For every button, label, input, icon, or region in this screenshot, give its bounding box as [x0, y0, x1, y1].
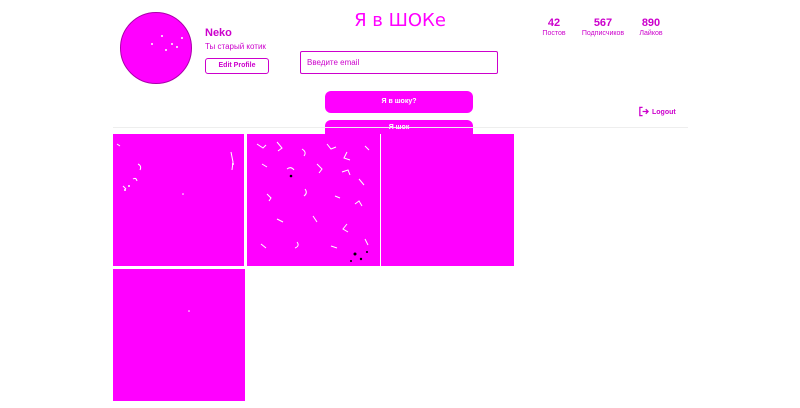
stat-posts-value: 42: [547, 17, 561, 29]
profile-bio: Ты старый котик: [205, 42, 266, 51]
post-thumbnail[interactable]: [113, 269, 245, 401]
email-search-input[interactable]: [300, 51, 498, 74]
stat-likes-value: 890: [641, 17, 661, 29]
logout-icon: [638, 106, 649, 119]
stat-posts-label: Постов: [542, 30, 566, 37]
post-thumbnail[interactable]: [113, 134, 245, 266]
stat-followers-label: Подписчиков: [581, 30, 625, 37]
post-thumbnail[interactable]: [247, 134, 380, 266]
stat-followers-value: 567: [593, 17, 613, 29]
app-title: Я в ШОКе: [354, 10, 446, 31]
stat-likes: 890 Лайков: [634, 17, 668, 37]
avatar[interactable]: [120, 12, 192, 84]
edit-profile-button[interactable]: Edit Profile: [205, 58, 269, 74]
logout-label: Logout: [652, 109, 676, 116]
logout-button[interactable]: Logout: [638, 106, 676, 119]
stat-posts: 42 Постов: [535, 17, 573, 37]
primary-action-button[interactable]: Я в шоку?: [325, 91, 473, 113]
header-divider: [113, 127, 688, 128]
stat-followers[interactable]: 567 Подписчиков: [576, 17, 630, 37]
profile-username: Neko: [205, 27, 232, 39]
post-thumbnail[interactable]: [381, 134, 514, 266]
stat-likes-label: Лайков: [639, 30, 663, 37]
